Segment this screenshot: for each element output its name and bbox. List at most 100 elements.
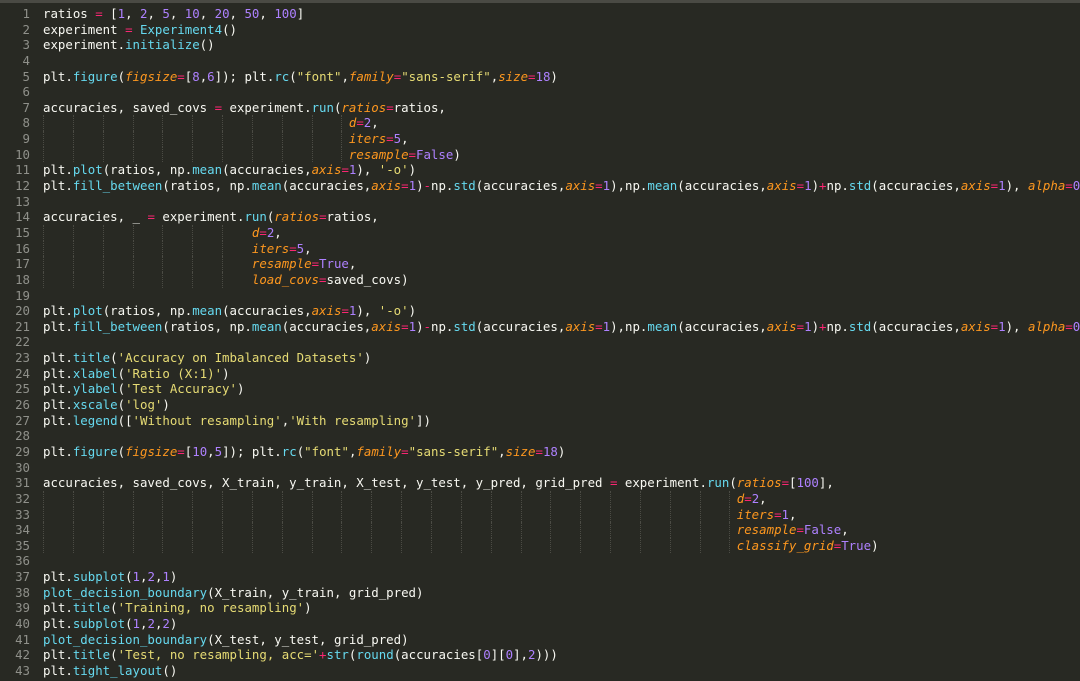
code-token: ( [117, 397, 126, 413]
code-line[interactable]: d=2, [43, 115, 1080, 132]
code-token: fill_between [72, 178, 163, 194]
code-token: 5 [162, 6, 170, 21]
code-line[interactable]: accuracies, _ = experiment.run(ratios=ra… [43, 209, 1080, 225]
code-line[interactable]: iters=1, [43, 506, 1080, 523]
code-line[interactable]: plt.xscale('log') [43, 397, 1080, 413]
indent-guide [490, 490, 492, 507]
code-token: - [423, 318, 431, 334]
indent-guide [132, 490, 134, 507]
code-token: 0 [505, 647, 514, 663]
code-token: saved_covs) [326, 271, 409, 287]
code-line[interactable]: plt.xlabel('Ratio (X:1)') [43, 366, 1080, 382]
code-line[interactable] [43, 84, 1080, 100]
line-number: 29 [15, 443, 30, 459]
code-line[interactable]: plot_decision_boundary(X_train, y_train,… [43, 585, 1080, 601]
line-number: 30 [15, 459, 30, 475]
indent-guide [162, 115, 164, 132]
code-token: , [304, 240, 312, 256]
code-token: (accuracies, [281, 318, 372, 334]
code-line[interactable]: plot_decision_boundary(X_test, y_test, g… [43, 632, 1080, 648]
indent-guide [460, 522, 462, 538]
code-line[interactable]: accuracies, saved_covs, X_train, y_train… [43, 475, 1080, 491]
code-line[interactable]: plt.tight_layout() [43, 663, 1080, 679]
code-line[interactable]: classify_grid=True) [43, 537, 1080, 554]
code-token: axis [311, 162, 342, 178]
code-token: xlabel [72, 365, 118, 381]
indent-guide [669, 522, 671, 538]
code-line[interactable]: plt.title('Test, no resampling, acc='+st… [43, 647, 1080, 663]
code-line[interactable]: plt.fill_between(ratios, np.mean(accurac… [43, 178, 1080, 194]
code-token: 100 [274, 6, 297, 21]
code-token: ]) [416, 412, 431, 428]
code-token: title [72, 647, 111, 663]
indent-guide [132, 146, 134, 163]
code-token: = [177, 68, 185, 84]
code-line[interactable] [43, 288, 1080, 304]
indent-guide [222, 537, 224, 554]
line-number: 31 [15, 475, 30, 491]
code-token: (accuracies[ [393, 647, 484, 663]
code-line[interactable] [43, 553, 1080, 569]
code-line[interactable]: d=2, [43, 490, 1080, 507]
indent-guide [222, 522, 224, 538]
code-token: 100 [796, 475, 819, 491]
code-line[interactable]: plt.title('Training, no resampling') [43, 600, 1080, 616]
code-line[interactable] [43, 460, 1080, 476]
code-token: ) [416, 318, 424, 334]
code-line[interactable] [43, 53, 1080, 69]
line-number: 8 [22, 115, 30, 131]
code-line[interactable]: plt.ylabel('Test Accuracy') [43, 381, 1080, 397]
code-token: (accuracies, [871, 178, 961, 194]
code-token: size [498, 68, 529, 84]
code-line[interactable] [43, 428, 1080, 444]
indent-guide [132, 522, 134, 538]
code-line[interactable]: resample=True, [43, 256, 1080, 272]
line-number: 43 [15, 662, 30, 678]
code-token: ratios [274, 209, 320, 225]
indent-guide [43, 256, 44, 272]
indent-guide [43, 224, 44, 241]
line-number: 10 [15, 146, 30, 162]
code-token: ( [289, 68, 297, 84]
code-line[interactable]: plt.fill_between(ratios, np.mean(accurac… [43, 319, 1080, 335]
code-line[interactable]: resample=False, [43, 522, 1080, 538]
code-line[interactable]: d=2, [43, 224, 1080, 241]
code-line[interactable]: experiment.initialize() [43, 37, 1080, 53]
code-line[interactable]: plt.plot(ratios, np.mean(accuracies,axis… [43, 162, 1080, 178]
code-line[interactable] [43, 194, 1080, 210]
code-line[interactable]: plt.legend(['Without resampling','With r… [43, 413, 1080, 429]
code-line[interactable]: experiment = Experiment4() [43, 22, 1080, 38]
code-line[interactable]: iters=5, [43, 131, 1080, 147]
code-token: ( [110, 350, 118, 366]
code-token: ) [811, 318, 820, 334]
code-token: 0 [483, 647, 491, 663]
code-line[interactable]: plt.figure(figsize=[8,6]); plt.rc("font"… [43, 69, 1080, 85]
indent-guide [371, 522, 373, 538]
code-line[interactable]: ratios = [1, 2, 5, 10, 20, 50, 100] [43, 6, 1080, 22]
line-number: 27 [15, 412, 30, 428]
code-token: = [796, 522, 804, 538]
code-token: (accuracies, [222, 303, 312, 319]
code-token: std [848, 318, 872, 334]
code-line[interactable]: plt.subplot(1,2,1) [43, 569, 1080, 585]
code-line[interactable]: iters=5, [43, 240, 1080, 257]
code-token: ratios, [393, 99, 446, 115]
code-line[interactable]: resample=False) [43, 146, 1080, 163]
code-line[interactable] [43, 334, 1080, 350]
code-token: std [453, 178, 476, 194]
line-number: 2 [22, 21, 30, 37]
code-line[interactable]: plt.subplot(1,2,2) [43, 616, 1080, 632]
code-editor[interactable]: 1 2 3 4 5 6 7 8 9 10 11 12 13 14 15 16 17 18 19 20 21 22 23 24 2… [0, 0, 1080, 681]
code-token: 1 [998, 318, 1006, 334]
code-line[interactable]: plt.title('Accuracy on Imbalanced Datase… [43, 350, 1080, 366]
indent-guide [43, 115, 44, 132]
code-line[interactable]: plt.figure(figsize=[10,5]); plt.rc("font… [43, 444, 1080, 460]
code-area[interactable]: ratios = [1, 2, 5, 10, 20, 50, 100] exper… [43, 6, 1080, 679]
code-line[interactable]: load_covs=saved_covs) [43, 271, 1080, 288]
line-number: 3 [22, 37, 30, 53]
code-line[interactable]: accuracies, saved_covs = experiment.run(… [43, 100, 1080, 116]
indent-guide [192, 224, 194, 241]
code-token: = [781, 475, 790, 491]
code-line[interactable]: plt.plot(ratios, np.mean(accuracies,axis… [43, 303, 1080, 319]
code-token: ) [408, 303, 417, 319]
